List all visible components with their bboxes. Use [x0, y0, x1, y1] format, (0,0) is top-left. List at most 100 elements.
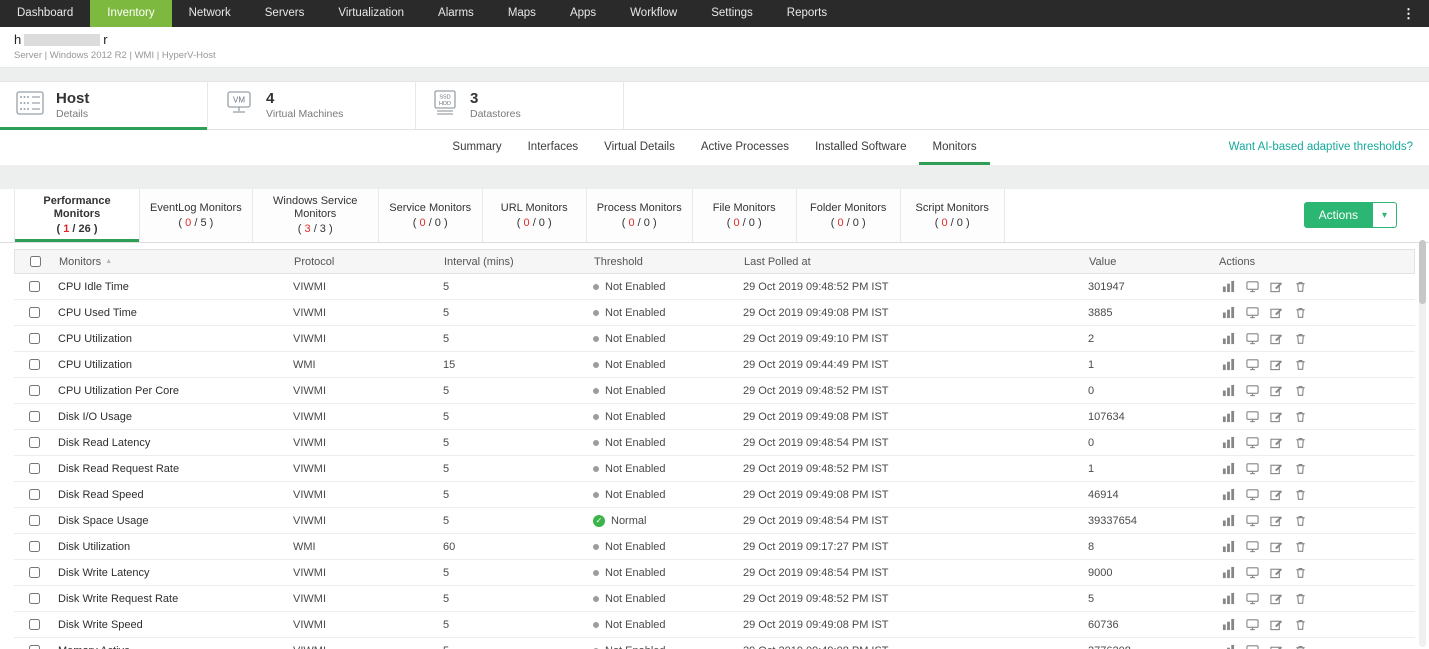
card-host-details[interactable]: Host Details — [0, 82, 208, 129]
monitor-tab-service-monitors[interactable]: Service Monitors( 0 / 0 ) — [379, 189, 483, 242]
row-checkbox[interactable] — [29, 411, 40, 422]
monitor-name-link[interactable]: Disk Read Speed — [54, 489, 289, 501]
graph-icon[interactable] — [1222, 566, 1235, 579]
delete-icon[interactable] — [1294, 332, 1307, 345]
graph-icon[interactable] — [1222, 332, 1235, 345]
monitor-screen-icon[interactable] — [1246, 280, 1259, 293]
subnav-item-installed-software[interactable]: Installed Software — [802, 130, 919, 165]
nav-item-maps[interactable]: Maps — [491, 0, 553, 27]
nav-item-workflow[interactable]: Workflow — [613, 0, 694, 27]
row-checkbox[interactable] — [29, 489, 40, 500]
monitor-name-link[interactable]: CPU Utilization Per Core — [54, 385, 289, 397]
vertical-scrollbar[interactable] — [1419, 240, 1426, 647]
graph-icon[interactable] — [1222, 462, 1235, 475]
delete-icon[interactable] — [1294, 410, 1307, 423]
card-datastores[interactable]: SSD HDD 3 Datastores — [416, 82, 624, 129]
delete-icon[interactable] — [1294, 644, 1307, 649]
row-checkbox[interactable] — [29, 385, 40, 396]
col-monitors[interactable]: Monitors ▲ — [55, 256, 290, 268]
monitor-screen-icon[interactable] — [1246, 306, 1259, 319]
edit-icon[interactable] — [1270, 618, 1283, 631]
monitor-tab-process-monitors[interactable]: Process Monitors( 0 / 0 ) — [587, 189, 693, 242]
delete-icon[interactable] — [1294, 540, 1307, 553]
sort-asc-icon[interactable]: ▲ — [105, 258, 112, 265]
delete-icon[interactable] — [1294, 514, 1307, 527]
nav-item-dashboard[interactable]: Dashboard — [0, 0, 90, 27]
delete-icon[interactable] — [1294, 488, 1307, 501]
row-checkbox[interactable] — [29, 359, 40, 370]
select-all-checkbox[interactable] — [30, 256, 41, 267]
edit-icon[interactable] — [1270, 540, 1283, 553]
scrollbar-thumb[interactable] — [1419, 240, 1426, 304]
row-checkbox[interactable] — [29, 567, 40, 578]
monitor-name-link[interactable]: CPU Idle Time — [54, 281, 289, 293]
subnav-item-virtual-details[interactable]: Virtual Details — [591, 130, 688, 165]
monitor-screen-icon[interactable] — [1246, 540, 1259, 553]
edit-icon[interactable] — [1270, 644, 1283, 649]
edit-icon[interactable] — [1270, 514, 1283, 527]
monitor-name-link[interactable]: Memory Active — [54, 645, 289, 649]
monitor-name-link[interactable]: Disk Space Usage — [54, 515, 289, 527]
actions-dropdown-toggle[interactable]: ▾ — [1373, 202, 1397, 228]
row-checkbox[interactable] — [29, 333, 40, 344]
nav-item-virtualization[interactable]: Virtualization — [321, 0, 421, 27]
nav-item-settings[interactable]: Settings — [694, 0, 770, 27]
monitor-name-link[interactable]: CPU Used Time — [54, 307, 289, 319]
edit-icon[interactable] — [1270, 410, 1283, 423]
card-virtual-machines[interactable]: VM 4 Virtual Machines — [208, 82, 416, 129]
nav-item-alarms[interactable]: Alarms — [421, 0, 491, 27]
delete-icon[interactable] — [1294, 566, 1307, 579]
nav-item-network[interactable]: Network — [172, 0, 248, 27]
graph-icon[interactable] — [1222, 488, 1235, 501]
subnav-item-active-processes[interactable]: Active Processes — [688, 130, 802, 165]
monitor-name-link[interactable]: Disk Utilization — [54, 541, 289, 553]
monitor-tab-folder-monitors[interactable]: Folder Monitors( 0 / 0 ) — [797, 189, 901, 242]
subnav-item-interfaces[interactable]: Interfaces — [515, 130, 592, 165]
graph-icon[interactable] — [1222, 280, 1235, 293]
monitor-name-link[interactable]: Disk Read Request Rate — [54, 463, 289, 475]
monitor-screen-icon[interactable] — [1246, 592, 1259, 605]
delete-icon[interactable] — [1294, 462, 1307, 475]
edit-icon[interactable] — [1270, 384, 1283, 397]
monitor-tab-performance-monitors[interactable]: Performance Monitors( 1 / 26 ) — [14, 189, 140, 242]
edit-icon[interactable] — [1270, 488, 1283, 501]
graph-icon[interactable] — [1222, 410, 1235, 423]
monitor-tab-windows-service-monitors[interactable]: Windows Service Monitors( 3 / 3 ) — [253, 189, 379, 242]
monitor-screen-icon[interactable] — [1246, 566, 1259, 579]
monitor-screen-icon[interactable] — [1246, 618, 1259, 631]
row-checkbox[interactable] — [29, 645, 40, 649]
graph-icon[interactable] — [1222, 514, 1235, 527]
monitor-name-link[interactable]: Disk Write Request Rate — [54, 593, 289, 605]
subnav-item-monitors[interactable]: Monitors — [919, 130, 989, 165]
actions-button[interactable]: Actions — [1304, 202, 1373, 228]
edit-icon[interactable] — [1270, 592, 1283, 605]
monitor-screen-icon[interactable] — [1246, 358, 1259, 371]
graph-icon[interactable] — [1222, 592, 1235, 605]
delete-icon[interactable] — [1294, 358, 1307, 371]
monitor-screen-icon[interactable] — [1246, 332, 1259, 345]
monitor-screen-icon[interactable] — [1246, 462, 1259, 475]
adaptive-thresholds-link[interactable]: Want AI-based adaptive thresholds? — [1229, 130, 1413, 165]
edit-icon[interactable] — [1270, 462, 1283, 475]
nav-item-reports[interactable]: Reports — [770, 0, 844, 27]
monitor-screen-icon[interactable] — [1246, 384, 1259, 397]
edit-icon[interactable] — [1270, 358, 1283, 371]
monitor-screen-icon[interactable] — [1246, 644, 1259, 649]
delete-icon[interactable] — [1294, 436, 1307, 449]
monitor-screen-icon[interactable] — [1246, 514, 1259, 527]
graph-icon[interactable] — [1222, 306, 1235, 319]
monitor-name-link[interactable]: Disk Read Latency — [54, 437, 289, 449]
monitor-screen-icon[interactable] — [1246, 436, 1259, 449]
edit-icon[interactable] — [1270, 566, 1283, 579]
graph-icon[interactable] — [1222, 644, 1235, 649]
graph-icon[interactable] — [1222, 540, 1235, 553]
monitor-tab-eventlog-monitors[interactable]: EventLog Monitors( 0 / 5 ) — [140, 189, 253, 242]
edit-icon[interactable] — [1270, 306, 1283, 319]
delete-icon[interactable] — [1294, 306, 1307, 319]
graph-icon[interactable] — [1222, 618, 1235, 631]
monitor-tab-script-monitors[interactable]: Script Monitors( 0 / 0 ) — [901, 189, 1005, 242]
subnav-item-summary[interactable]: Summary — [439, 130, 514, 165]
monitor-name-link[interactable]: Disk Write Latency — [54, 567, 289, 579]
edit-icon[interactable] — [1270, 436, 1283, 449]
row-checkbox[interactable] — [29, 619, 40, 630]
